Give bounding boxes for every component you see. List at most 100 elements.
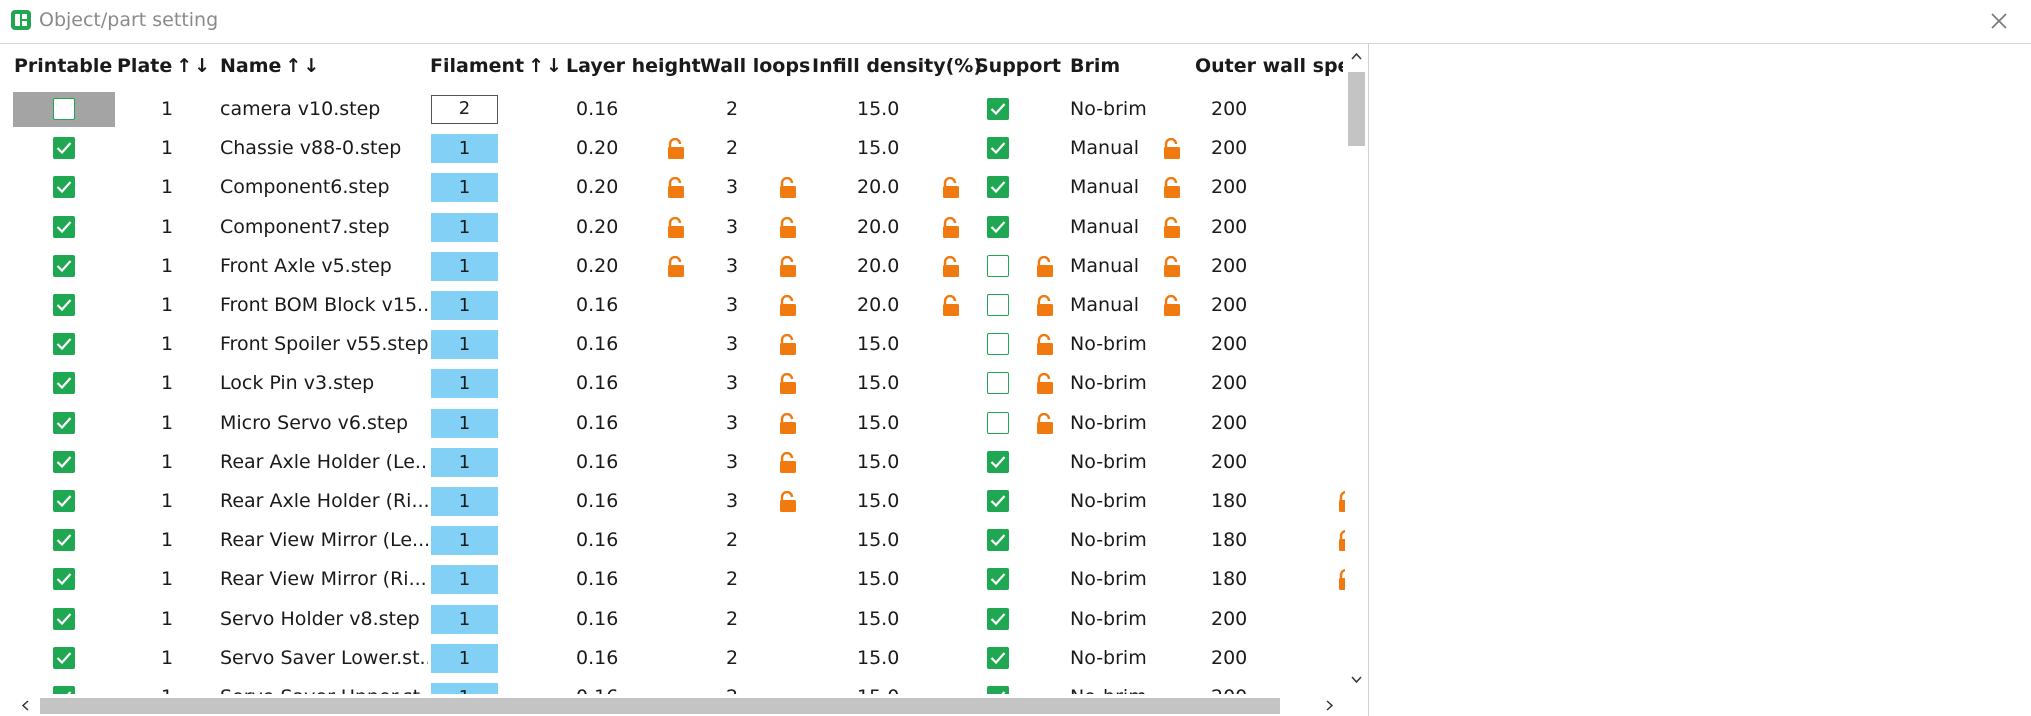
outer-wall-speed-value[interactable]: 200 (1211, 98, 1247, 120)
lock-icon[interactable] (942, 294, 960, 317)
filament-selector[interactable]: 1 (431, 330, 498, 360)
brim-value[interactable]: No-brim (1070, 333, 1147, 355)
infill-density-value[interactable]: 15.0 (857, 98, 899, 120)
wall-loops-value[interactable]: 3 (726, 294, 738, 316)
outer-wall-speed-value[interactable]: 200 (1211, 372, 1247, 394)
scroll-down-icon[interactable] (1349, 672, 1364, 687)
object-name[interactable]: Rear Axle Holder (Le... (220, 451, 428, 473)
filament-selector[interactable]: 1 (431, 643, 498, 673)
filament-selector[interactable]: 1 (431, 291, 498, 320)
column-header-support[interactable]: Support (975, 55, 1061, 77)
outer-wall-speed-value[interactable]: 180 (1211, 529, 1247, 551)
lock-icon[interactable] (1163, 177, 1181, 199)
outer-wall-speed-value[interactable]: 180 (1211, 490, 1247, 512)
outer-wall-speed-value[interactable]: 200 (1211, 294, 1247, 316)
brim-value[interactable]: No-brim (1070, 608, 1147, 630)
brim-value[interactable]: No-brim (1070, 412, 1147, 434)
support-checkbox[interactable] (987, 646, 1009, 669)
printable-checkbox[interactable] (53, 646, 75, 669)
brim-value[interactable]: Manual (1070, 255, 1139, 277)
filament-selector[interactable]: 1 (431, 369, 498, 399)
lock-icon[interactable] (667, 255, 685, 278)
horizontal-scroll-thumb[interactable] (40, 698, 1280, 714)
vertical-scroll-thumb[interactable] (1348, 72, 1365, 146)
infill-density-value[interactable]: 15.0 (857, 137, 899, 159)
printable-checkbox[interactable] (53, 333, 75, 356)
printable-checkbox[interactable] (53, 450, 75, 473)
support-checkbox[interactable] (987, 450, 1009, 473)
wall-loops-value[interactable]: 3 (726, 490, 738, 512)
infill-density-value[interactable]: 20.0 (857, 294, 899, 316)
brim-value[interactable]: No-brim (1070, 372, 1147, 394)
infill-density-value[interactable]: 15.0 (857, 451, 899, 473)
lock-icon[interactable] (1163, 138, 1181, 160)
infill-density-value[interactable]: 15.0 (857, 568, 899, 590)
brim-value[interactable]: No-brim (1070, 490, 1147, 512)
printable-checkbox[interactable] (53, 294, 75, 316)
column-header-brim[interactable]: Brim (1070, 55, 1120, 77)
support-checkbox[interactable] (987, 176, 1009, 199)
scroll-right-icon[interactable] (1322, 698, 1337, 713)
outer-wall-speed-value[interactable]: 200 (1211, 333, 1247, 355)
filament-selector[interactable]: 1 (431, 487, 498, 516)
lock-icon[interactable] (779, 294, 797, 317)
object-name[interactable]: Component6.step (220, 176, 428, 198)
infill-density-value[interactable]: 15.0 (857, 372, 899, 394)
printable-checkbox[interactable] (53, 215, 75, 238)
infill-density-value[interactable]: 15.0 (857, 412, 899, 434)
lock-icon[interactable] (779, 334, 797, 356)
lock-icon[interactable] (1036, 294, 1054, 317)
infill-density-value[interactable]: 15.0 (857, 647, 899, 669)
filament-selector[interactable]: 1 (431, 408, 498, 438)
support-checkbox[interactable] (987, 607, 1009, 630)
object-name[interactable]: Rear View Mirror (Ri... (220, 568, 428, 590)
lock-icon[interactable] (779, 177, 797, 199)
printable-checkbox[interactable] (53, 529, 75, 552)
layer-height-value[interactable]: 0.20 (576, 176, 618, 198)
lock-icon[interactable] (1163, 216, 1181, 239)
table-row[interactable]: 1 Component6.step 1 0.20 3 20.0 Manual 200 (0, 168, 1350, 207)
close-icon[interactable] (1987, 9, 2011, 33)
outer-wall-speed-value[interactable]: 200 (1211, 451, 1247, 473)
printable-checkbox[interactable] (53, 372, 75, 395)
table-row[interactable]: 1 Front Spoiler v55.step 1 0.16 3 15.0 No-brim… (0, 325, 1350, 364)
lock-icon[interactable] (942, 216, 960, 239)
column-header-wall-loops[interactable]: Wall loops (700, 55, 810, 77)
lock-icon[interactable] (779, 373, 797, 395)
printable-checkbox[interactable] (53, 137, 75, 160)
outer-wall-speed-value[interactable]: 200 (1211, 412, 1247, 434)
lock-icon[interactable] (942, 177, 960, 199)
brim-value[interactable]: Manual (1070, 137, 1139, 159)
wall-loops-value[interactable]: 3 (726, 216, 738, 238)
table-row[interactable]: 1 Lock Pin v3.step 1 0.16 3 15.0 No-brim 200 (0, 364, 1350, 403)
brim-value[interactable]: No-brim (1070, 451, 1147, 473)
support-checkbox[interactable] (987, 490, 1009, 512)
outer-wall-speed-value[interactable]: 180 (1211, 568, 1247, 590)
filament-selector[interactable]: 1 (431, 526, 498, 556)
sort-arrows-icon[interactable]: ↑↓ (528, 55, 564, 77)
layer-height-value[interactable]: 0.16 (576, 568, 618, 590)
support-checkbox[interactable] (987, 411, 1009, 434)
object-name[interactable]: Chassie v88-0.step (220, 137, 428, 159)
horizontal-scrollbar[interactable] (0, 694, 1345, 716)
support-checkbox[interactable] (987, 529, 1009, 552)
printable-checkbox[interactable] (53, 176, 75, 199)
sort-arrows-icon[interactable]: ↑↓ (176, 55, 212, 77)
brim-value[interactable]: No-brim (1070, 529, 1147, 551)
table-row[interactable]: 1 Rear View Mirror (Le... 1 0.16 2 15.0 No-bri… (0, 521, 1350, 560)
lock-icon[interactable] (1036, 412, 1054, 435)
column-header-filament[interactable]: Filament ↑↓ (430, 55, 564, 77)
wall-loops-value[interactable]: 3 (726, 176, 738, 198)
lock-icon[interactable] (1163, 255, 1181, 278)
layer-height-value[interactable]: 0.16 (576, 294, 618, 316)
object-name[interactable]: Front BOM Block v15... (220, 294, 428, 316)
object-name[interactable]: Component7.step (220, 216, 428, 238)
layer-height-value[interactable]: 0.16 (576, 98, 618, 120)
lock-icon[interactable] (667, 216, 685, 239)
table-row[interactable]: 1 Rear Axle Holder (Le... 1 0.16 3 15.0 No-bri… (0, 443, 1350, 482)
object-name[interactable]: Front Axle v5.step (220, 255, 428, 277)
table-row[interactable]: 1 Component7.step 1 0.20 3 20.0 Manual 200 (0, 208, 1350, 247)
filament-selector[interactable]: 2 (431, 95, 498, 124)
object-name[interactable]: Rear View Mirror (Le... (220, 529, 428, 551)
outer-wall-speed-value[interactable]: 200 (1211, 176, 1247, 198)
